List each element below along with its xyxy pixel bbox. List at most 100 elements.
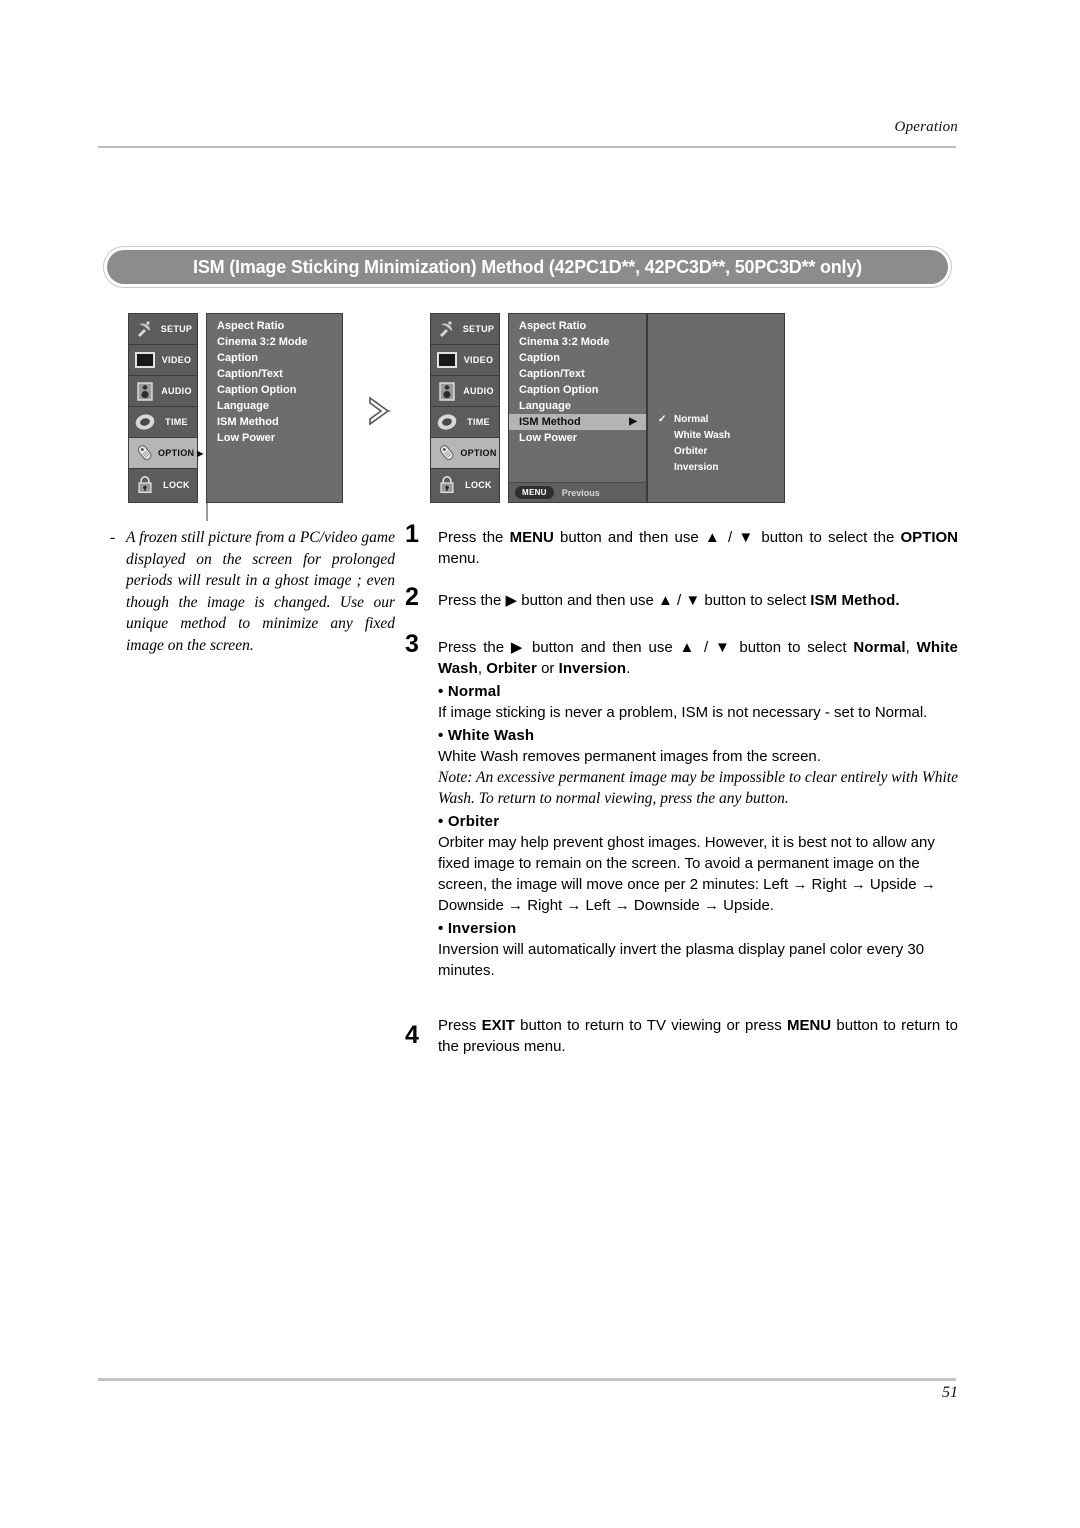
osd-submenu-option-normal[interactable]: ✓ Normal [648,412,784,428]
page-number: 51 [942,1384,958,1401]
osd-menu-row[interactable]: Low Power [509,430,646,446]
osd-sidebar-label: OPTION ▶ [158,448,204,458]
clock-icon [434,410,460,434]
mode-normal-heading: • Normal [438,683,501,700]
note-text: A frozen still picture from a PC/video g… [126,529,395,654]
step3-normal-keyword: Normal [853,639,906,656]
menu-button-chip[interactable]: MENU [515,486,554,499]
step3-mid2: , [477,660,487,677]
step-text: Press the ▶ button and then use ▲ / ▼ bu… [438,590,958,611]
osd-menu-row[interactable]: Aspect Ratio [509,318,646,334]
step-text: Press EXIT button to return to TV viewin… [438,1015,958,1057]
mode-white-wash-heading-wrap: • White Wash [438,725,958,746]
step3-mid: , [905,639,917,656]
osd-sidebar-label: TIME [165,417,188,427]
osd-sidebar-item-lock[interactable]: LOCK [431,469,499,500]
osd-sidebar-item-option[interactable]: OPTION [431,438,499,469]
mode-white-wash-note: Note: An excessive permanent image may b… [438,769,958,807]
osd-submenu-option-white-wash[interactable]: White Wash [648,428,784,444]
osd-menu-row[interactable]: Aspect Ratio [207,318,342,334]
osd-menu-row[interactable]: Caption Option [509,382,646,398]
osd-sidebar-item-video[interactable]: VIDEO [129,345,197,376]
osd-submenu-option-inversion[interactable]: Inversion [648,460,784,476]
osd-submenu-option-orbiter[interactable]: Orbiter [648,444,784,460]
osd-sidebar-item-audio[interactable]: AUDIO [431,376,499,407]
osd-sidebar-label: SETUP [160,324,193,334]
osd-sidebar-item-setup[interactable]: SETUP [129,314,197,345]
osd-sidebar-label: AUDIO [161,386,192,396]
step2-pre: Press the ▶ button and then use ▲ / ▼ bu… [438,592,811,609]
step4-exit-keyword: EXIT [481,1017,515,1034]
osd-submenu-option-label: White Wash [674,430,731,441]
osd-footer-bar: MENU Previous [509,482,646,502]
page-header: Operation [0,0,1080,150]
satellite-dish-icon [132,317,158,341]
monitor-icon [434,348,460,372]
osd-menu-row[interactable]: Language [509,398,646,414]
osd-sidebar-item-time[interactable]: TIME [129,407,197,438]
padlock-icon [434,473,460,497]
footer-divider [98,1378,956,1381]
step1-menu-keyword: MENU [509,529,554,546]
osd-menu-row[interactable]: Caption [207,350,342,366]
step-2: 2 Press the ▶ button and then use ▲ / ▼ … [405,585,958,616]
osd-sidebar-item-audio[interactable]: AUDIO [129,376,197,407]
osd-ism-submenu: ✓ Normal White Wash Orbiter Inversion [647,313,785,503]
osd-sidebar-label: VIDEO [463,355,494,365]
tag-icon [434,441,460,465]
instruction-steps: 1 Press the MENU button and then use ▲ /… [405,520,959,1057]
osd-illustration-step2: SETUP VIDEO AUDIO TIME OPTION LOCK Aspec… [430,313,785,503]
osd-menu-row[interactable]: Caption/Text [509,366,646,382]
osd-sidebar-item-option[interactable]: OPTION ▶ [129,438,203,469]
osd-sidebar-label: TIME [467,417,490,427]
step1-post: menu. [438,550,480,567]
osd-menu-row[interactable]: Caption Option [207,382,342,398]
step4-mid: button to return to TV viewing or press [514,1017,787,1034]
step3-post: . [626,660,631,677]
osd-menu-row-ism-method[interactable]: ISM Method ▶ [509,414,646,430]
double-chevron-right-icon [362,392,402,430]
osd-menu-row[interactable]: ISM Method [207,414,342,430]
section-title-container: ISM (Image Sticking Minimization) Method… [103,246,952,288]
padlock-icon [132,473,158,497]
osd-menu-row[interactable]: Cinema 3:2 Mode [207,334,342,350]
mode-inversion-body: Inversion will automatically invert the … [438,941,925,979]
step-number: 1 [405,520,419,548]
osd-sidebar: SETUP VIDEO AUDIO TIME OPTION LOCK [430,313,500,503]
osd-sidebar-item-video[interactable]: VIDEO [431,345,499,376]
mode-white-wash-heading: • White Wash [438,727,535,744]
clock-icon [132,410,158,434]
osd-sidebar-item-lock[interactable]: LOCK [129,469,197,500]
satellite-dish-icon [434,317,460,341]
step-number: 4 [405,1021,419,1049]
osd-menu-row[interactable]: Low Power [207,430,342,446]
osd-submenu-option-label: Normal [674,414,709,425]
mode-normal-body: If image sticking is never a problem, IS… [438,704,928,721]
osd-menu-row[interactable]: Language [207,398,342,414]
osd-menu-row[interactable]: Caption/Text [207,366,342,382]
step1-option-keyword: OPTION [900,529,959,546]
osd-sidebar-item-time[interactable]: TIME [431,407,499,438]
mode-normal-heading-wrap: • Normal [438,681,958,702]
step-number: 3 [405,630,419,658]
tag-icon [132,441,158,465]
mode-inversion-heading-wrap: • Inversion [438,918,958,939]
side-note: - A frozen still picture from a PC/video… [110,527,395,656]
osd-sidebar: SETUP VIDEO AUDIO TIME OPTION ▶ LOCK [128,313,203,503]
speaker-icon [434,379,460,403]
osd-illustration-step1: SETUP VIDEO AUDIO TIME OPTION ▶ LOCK Asp… [128,313,343,521]
page-title: ISM (Image Sticking Minimization) Method… [107,250,948,284]
step3-inversion-keyword: Inversion [558,660,627,677]
osd-menu-row[interactable]: Cinema 3:2 Mode [509,334,646,350]
step-text: Press the ▶ button and then use ▲ / ▼ bu… [438,637,958,679]
osd-option-menu: Aspect Ratio Cinema 3:2 Mode Caption Cap… [206,313,343,503]
step4-menu-keyword: MENU [786,1017,832,1034]
step3-orbiter-keyword: Orbiter [486,660,537,677]
osd-sidebar-label: LOCK [163,479,190,490]
step-4: 4 Press EXIT button to return to TV view… [405,1015,958,1057]
osd-sidebar-item-setup[interactable]: SETUP [431,314,499,345]
osd-menu-row[interactable]: Caption [509,350,646,366]
step2-ism-keyword: ISM Method. [810,592,900,609]
